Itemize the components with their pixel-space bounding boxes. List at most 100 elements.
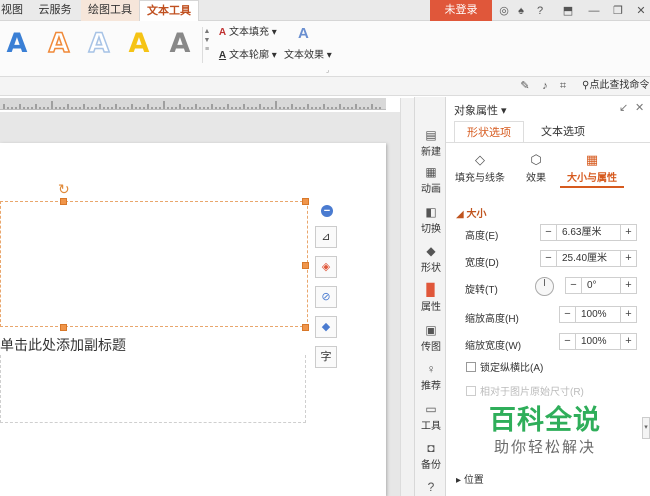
dialog-launcher-icon[interactable]: ⌟ [326, 64, 329, 78]
text-wrap-icon[interactable]: 字 [315, 346, 337, 368]
find-command-label: 点此查找命令 [589, 80, 650, 91]
quick-toolbar: ✎ ♪ ⌗ ⚲点此查找命令 [0, 77, 650, 96]
wordart-style-orange-outline[interactable]: A [42, 27, 76, 60]
maximize-icon[interactable]: ❐ [611, 4, 625, 18]
fill-bucket-icon[interactable]: ◈ [315, 256, 337, 278]
rotation-stepper[interactable]: − 0° + [565, 277, 637, 294]
paint-bucket-icon: ◇ [475, 152, 485, 167]
layers-icon[interactable]: ◆ [315, 316, 337, 338]
wordart-style-yellow[interactable]: A [122, 28, 156, 60]
rail-item-recommend[interactable]: ♀ 推荐 [415, 361, 447, 392]
tab-text-tools[interactable]: 文本工具 [139, 0, 199, 22]
outline-icon[interactable]: ⊘ [315, 286, 337, 308]
close-icon[interactable]: ✕ [634, 4, 648, 18]
collapse-float-toolbar-icon[interactable]: − [321, 205, 333, 217]
panel-undock-icon[interactable]: ↙ [619, 101, 628, 114]
wordart-gallery-scroll[interactable]: ▲ ▼ ≡ [202, 27, 211, 63]
text-outline-button[interactable]: A 文本轮廓 ▾ [216, 49, 277, 63]
scale-height-decrement-button[interactable]: − [560, 307, 576, 322]
scale-height-value[interactable]: 100% [577, 307, 619, 322]
subtitle-textbox-frame[interactable] [0, 201, 308, 327]
text-effect-icon[interactable]: A [298, 26, 309, 41]
rail-item-backup[interactable]: ◘ 备份 [415, 440, 447, 471]
subtab-fill-line[interactable]: ◇ 填充与线条 [448, 151, 512, 184]
wordart-style-gray[interactable]: A [163, 28, 197, 60]
resize-handle-top-right[interactable] [302, 198, 309, 205]
relative-original-size-checkbox[interactable]: 相对于图片原始尺寸(R) [466, 386, 584, 399]
scale-width-increment-button[interactable]: + [620, 334, 636, 349]
panel-title[interactable]: 对象属性 ▾ [454, 102, 507, 118]
resize-handle-right[interactable] [302, 262, 309, 269]
rail-item-new[interactable]: ▤ 新建 [415, 127, 447, 158]
scale-width-decrement-button[interactable]: − [560, 334, 576, 349]
resize-handle-bottom[interactable] [60, 324, 67, 331]
text-outline-icon: A [218, 50, 227, 61]
rotation-dial[interactable] [535, 277, 554, 296]
resize-handle-top[interactable] [60, 198, 67, 205]
find-command[interactable]: ⚲点此查找命令 [582, 79, 649, 93]
login-button[interactable]: 未登录 [430, 0, 492, 21]
ink-icon[interactable]: ♪ [538, 79, 552, 93]
rail-item-properties[interactable]: ▉ 属性 [415, 282, 447, 313]
horizontal-ruler[interactable] [0, 98, 386, 110]
help-circle-icon: ? [427, 480, 435, 494]
minimize-icon[interactable]: — [587, 4, 601, 18]
skin-icon[interactable]: ◎ [497, 4, 511, 18]
rail-item-upload-image[interactable]: ▣ 传图 [415, 322, 447, 353]
rotation-value[interactable]: 0° [583, 278, 619, 293]
scale-height-stepper[interactable]: − 100% + [559, 306, 637, 323]
help-icon[interactable]: ? [533, 4, 547, 18]
rail-label: 属性 [421, 302, 441, 313]
wordart-style-light-blue-outline[interactable]: A [82, 27, 116, 60]
rail-help[interactable]: ? [415, 479, 447, 495]
rail-label: 切换 [421, 224, 441, 235]
height-decrement-button[interactable]: − [541, 225, 557, 240]
canvas-vertical-scrollbar[interactable] [400, 98, 414, 496]
backup-icon: ◘ [427, 441, 435, 455]
panel-close-icon[interactable]: ✕ [635, 101, 644, 114]
brush-icon[interactable]: ✎ [518, 79, 532, 93]
tab-divider [446, 142, 650, 143]
height-increment-button[interactable]: + [620, 225, 636, 240]
text-effect-button[interactable]: 文本效果 ▾ [284, 49, 332, 63]
scale-width-value[interactable]: 100% [577, 334, 619, 349]
watermark-title: 百科全说 [489, 405, 601, 436]
scale-height-increment-button[interactable]: + [620, 307, 636, 322]
tab-text-options[interactable]: 文本选项 [528, 121, 598, 143]
rotation-decrement-button[interactable]: − [566, 278, 582, 293]
text-fill-button[interactable]: A 文本填充 ▾ [216, 26, 277, 40]
width-decrement-button[interactable]: − [541, 251, 557, 266]
rail-item-transition[interactable]: ◧ 切换 [415, 204, 447, 235]
rotate-handle-icon[interactable]: ↻ [58, 182, 70, 196]
wordart-style-blue[interactable]: A [0, 28, 34, 60]
height-value[interactable]: 6.63厘米 [558, 225, 619, 240]
panel-scroll-arrow[interactable]: ▾ [642, 417, 650, 439]
section-size-header[interactable]: ◢ 大小 [456, 205, 486, 220]
resize-handle-bottom-right[interactable] [302, 324, 309, 331]
width-increment-button[interactable]: + [620, 251, 636, 266]
width-stepper[interactable]: − 25.40厘米 + [540, 250, 637, 267]
subtab-effects[interactable]: ⬡ 效果 [504, 151, 568, 184]
scale-width-stepper[interactable]: − 100% + [559, 333, 637, 350]
tab-view[interactable]: 视图 [0, 0, 24, 21]
height-stepper[interactable]: − 6.63厘米 + [540, 224, 637, 241]
tab-drawing-tools[interactable]: 绘图工具 [81, 0, 139, 21]
rail-item-shape[interactable]: ◆ 形状 [415, 243, 447, 274]
ruler-ticks [3, 101, 381, 109]
tab-cloud-service[interactable]: 云服务 [30, 0, 80, 21]
subtitle-placeholder[interactable]: 单击此处添加副标题 [0, 335, 126, 355]
rail-item-animation[interactable]: ▦ 动画 [415, 164, 447, 195]
shirt-icon[interactable]: ♠ [514, 4, 528, 18]
rail-item-toolbox[interactable]: ▭ 工具 [415, 401, 447, 432]
lock-aspect-checkbox[interactable]: 锁定纵横比(A) [466, 362, 543, 375]
width-value[interactable]: 25.40厘米 [558, 251, 619, 266]
tab-shape-options[interactable]: 形状选项 [454, 121, 524, 143]
collapse-ribbon-icon[interactable]: ⬒ [561, 4, 575, 18]
rotation-increment-button[interactable]: + [620, 278, 636, 293]
subtab-size-properties[interactable]: ▦ 大小与属性 [560, 151, 624, 188]
section-position-header[interactable]: ▸ 位置 [456, 471, 484, 486]
edit-shape-icon[interactable]: ⊿ [315, 226, 337, 248]
crop-icon[interactable]: ⌗ [556, 79, 570, 93]
rail-label: 推荐 [421, 381, 441, 392]
lower-placeholder-frame[interactable] [0, 355, 306, 423]
